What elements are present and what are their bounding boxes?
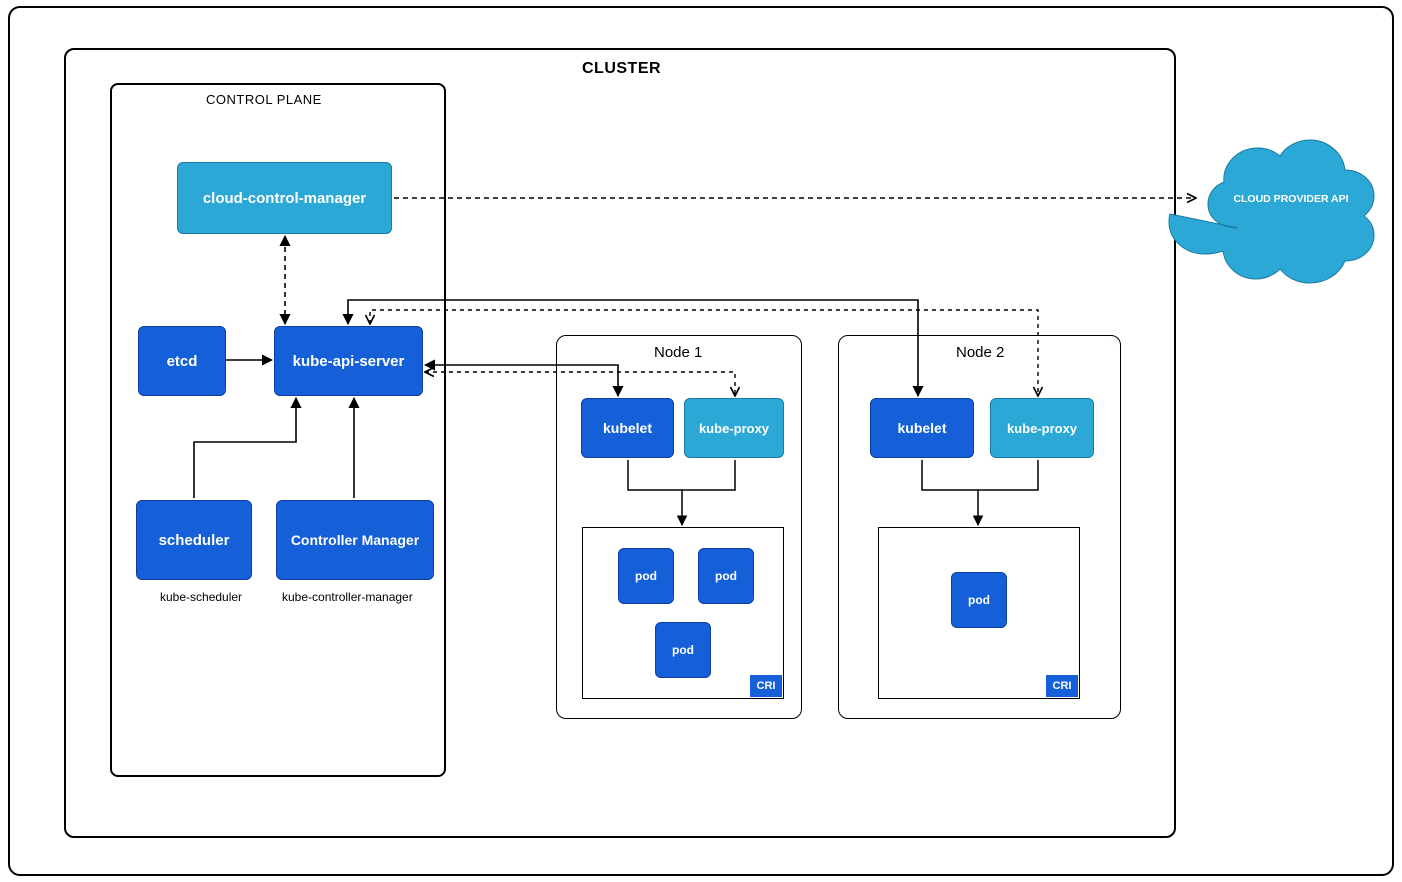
node1-pod-3: pod — [655, 622, 711, 678]
controller-manager-sublabel: kube-controller-manager — [282, 590, 413, 604]
node2-cri-tag: CRI — [1046, 675, 1078, 697]
etcd-box: etcd — [138, 326, 226, 396]
cloud-control-manager-box: cloud-control-manager — [177, 162, 392, 234]
diagram-canvas: CLUSTER CONTROL PLANE cloud-control-mana… — [0, 0, 1402, 882]
scheduler-box: scheduler — [136, 500, 252, 580]
node2-kube-proxy-box: kube-proxy — [990, 398, 1094, 458]
node1-pod-1: pod — [618, 548, 674, 604]
kube-api-server-box: kube-api-server — [274, 326, 423, 396]
control-plane-title: CONTROL PLANE — [206, 92, 322, 107]
cluster-title: CLUSTER — [582, 60, 661, 78]
node1-pod-2: pod — [698, 548, 754, 604]
scheduler-sublabel: kube-scheduler — [160, 590, 242, 604]
controller-manager-box: Controller Manager — [276, 500, 434, 580]
node2-kubelet-box: kubelet — [870, 398, 974, 458]
node1-kubelet-box: kubelet — [581, 398, 674, 458]
node2-title: Node 2 — [956, 344, 1004, 361]
node1-title: Node 1 — [654, 344, 702, 361]
node2-pod-1: pod — [951, 572, 1007, 628]
node1-cri-tag: CRI — [750, 675, 782, 697]
node1-kube-proxy-box: kube-proxy — [684, 398, 784, 458]
